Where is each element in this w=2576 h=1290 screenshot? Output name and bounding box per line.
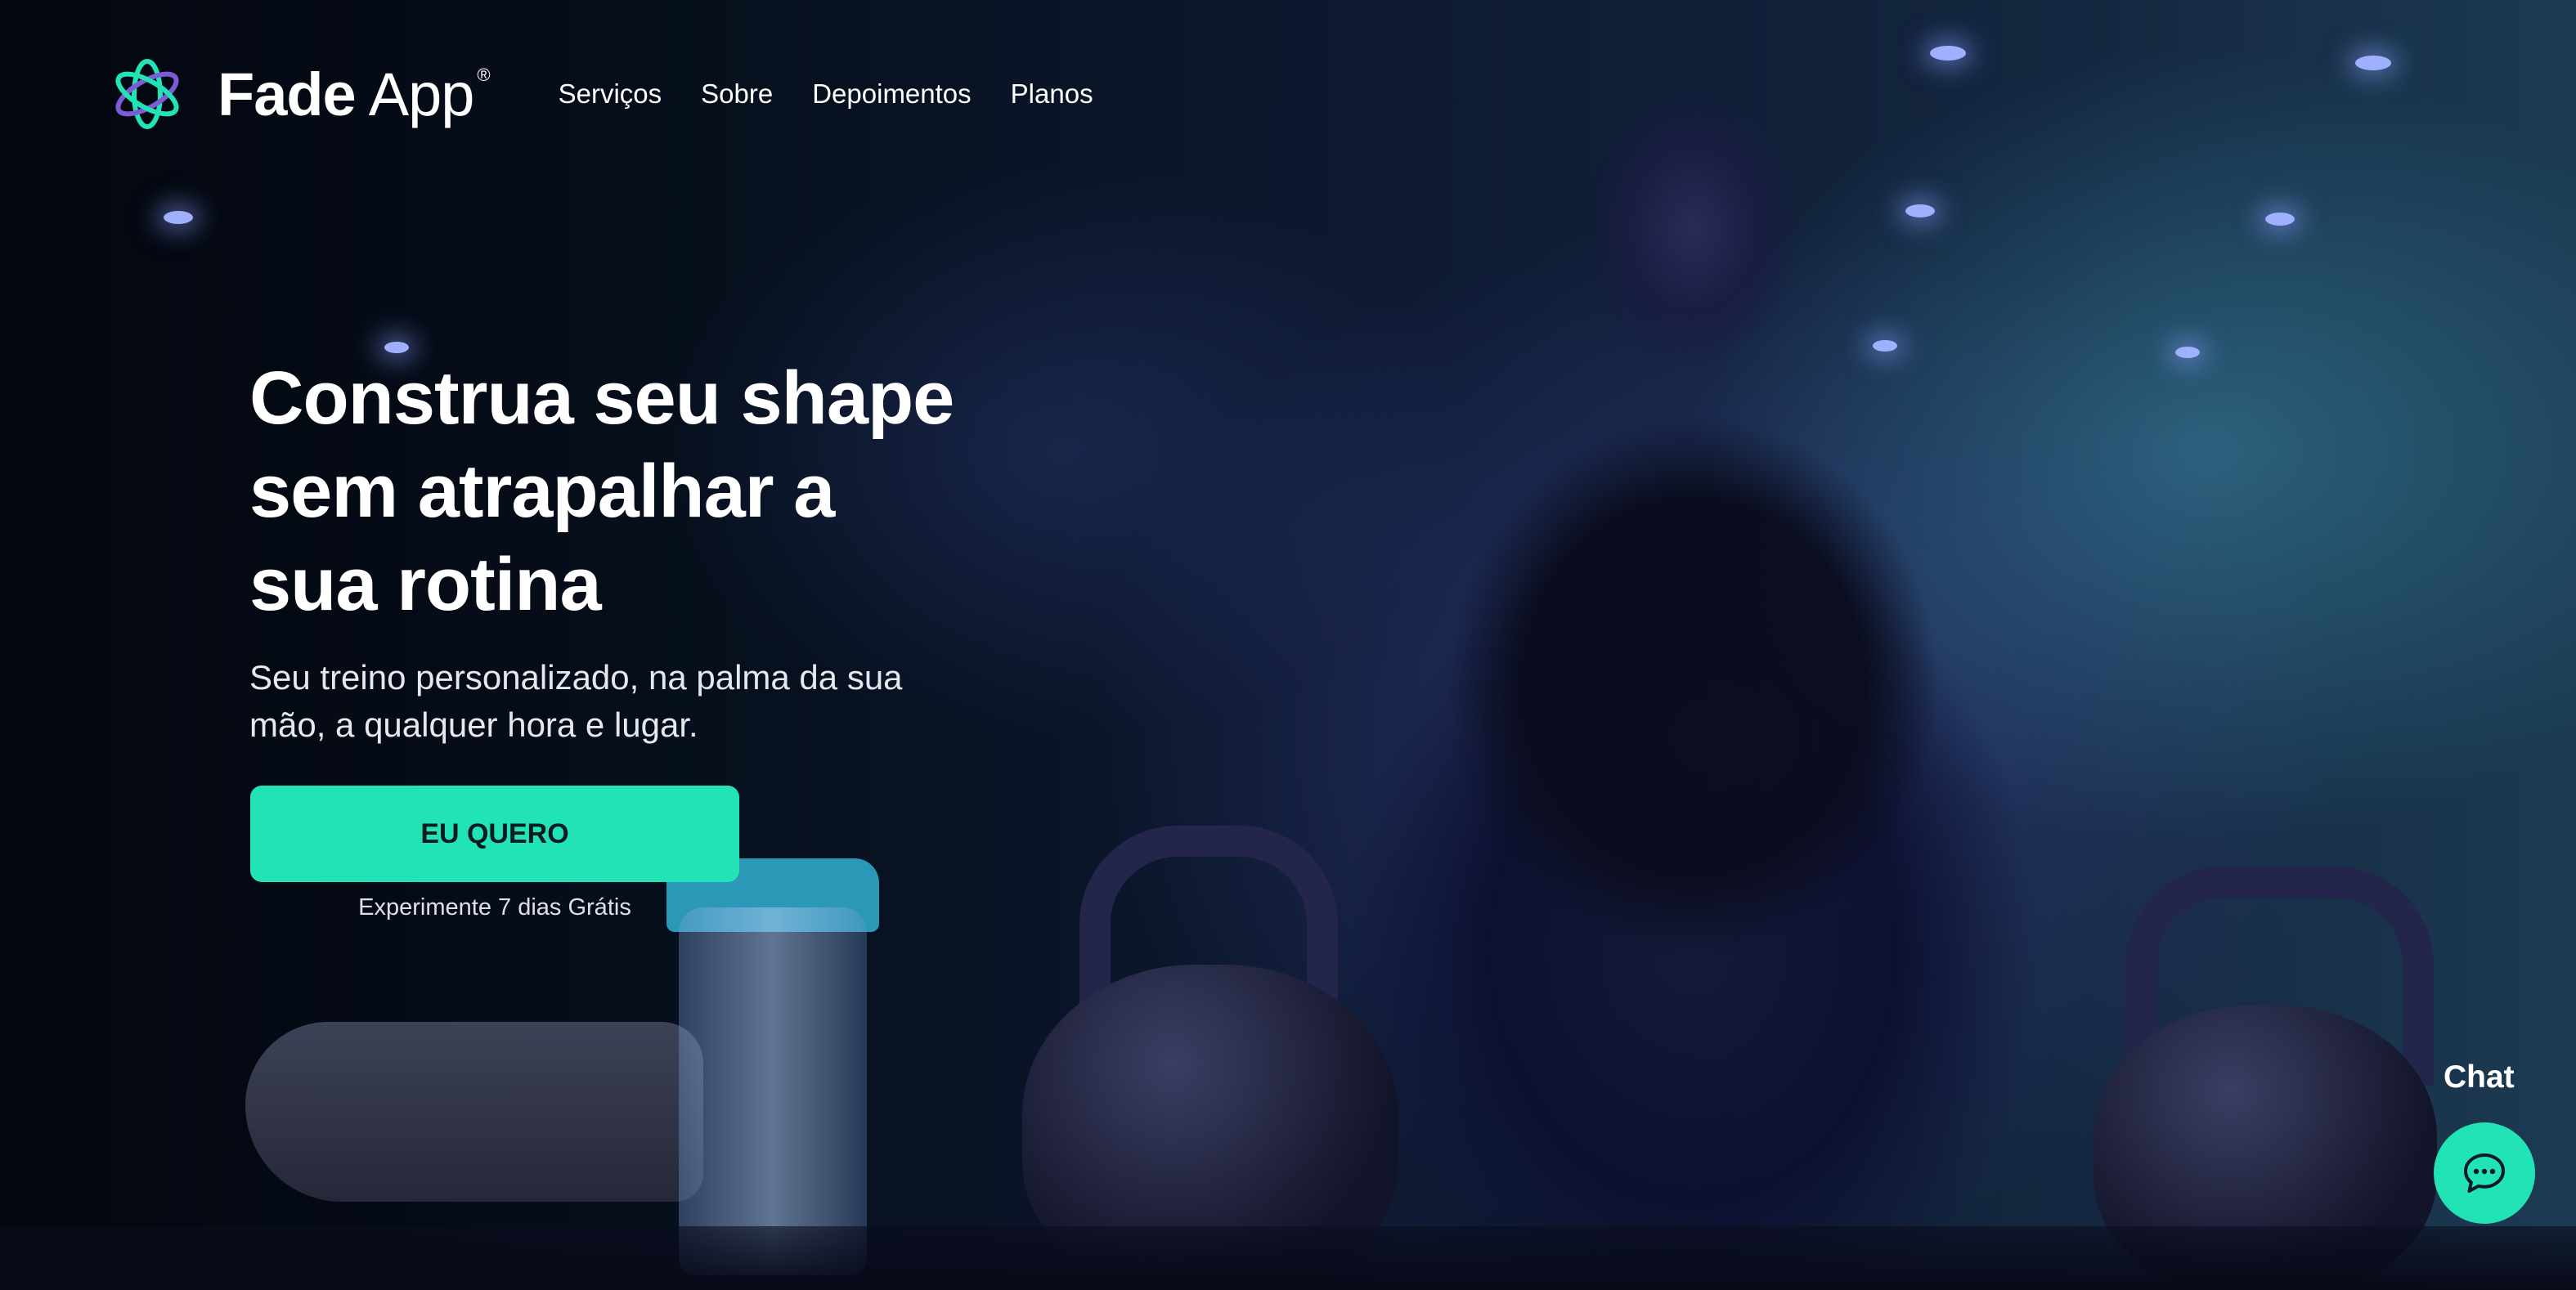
brand-logo[interactable]: Fade App ® xyxy=(218,60,491,129)
ceiling-light xyxy=(2265,213,2295,226)
site-header: Fade App ® Serviços Sobre Depoimentos Pl… xyxy=(106,49,1093,139)
ceiling-light xyxy=(164,211,193,224)
nav-link-planos[interactable]: Planos xyxy=(1011,78,1093,110)
atom-flower-icon[interactable] xyxy=(106,53,188,135)
hero-title-line: sem atrapalhar a xyxy=(249,450,835,533)
nav-link-sobre[interactable]: Sobre xyxy=(701,78,773,110)
brand-name-bold: Fade xyxy=(218,60,357,128)
athlete-figure xyxy=(1325,49,2061,1275)
main-nav: Serviços Sobre Depoimentos Planos xyxy=(559,78,1093,110)
chat-label: Chat xyxy=(2444,1059,2515,1095)
brand-name-regular: App xyxy=(368,60,475,128)
nav-link-servicos[interactable]: Serviços xyxy=(559,78,662,110)
chat-bubble-icon xyxy=(2464,1153,2505,1193)
hero-title-line: sua rotina xyxy=(249,543,602,626)
hero-subtitle-line: Seu treino personalizado, na palma da su… xyxy=(249,658,903,697)
free-trial-note: Experimente 7 dias Grátis xyxy=(358,894,631,920)
hero-title-line: Construa seu shape xyxy=(249,356,954,440)
ceiling-light xyxy=(2355,56,2391,70)
registered-mark: ® xyxy=(477,64,490,85)
hero-section: Fade App ® Serviços Sobre Depoimentos Pl… xyxy=(0,0,2576,1290)
ceiling-light xyxy=(2175,347,2200,358)
chat-button[interactable] xyxy=(2434,1122,2535,1224)
hero-title: Construa seu shape sem atrapalhar a sua … xyxy=(249,352,1034,631)
gym-floor xyxy=(0,1226,2576,1290)
cta-button[interactable]: EU QUERO xyxy=(250,786,739,882)
hero-subtitle: Seu treino personalizado, na palma da su… xyxy=(249,654,985,749)
nav-link-depoimentos[interactable]: Depoimentos xyxy=(812,78,971,110)
shaker-bottle xyxy=(679,907,867,1275)
sneaker xyxy=(245,1022,703,1202)
hero-subtitle-line: mão, a qualquer hora e lugar. xyxy=(249,705,698,744)
